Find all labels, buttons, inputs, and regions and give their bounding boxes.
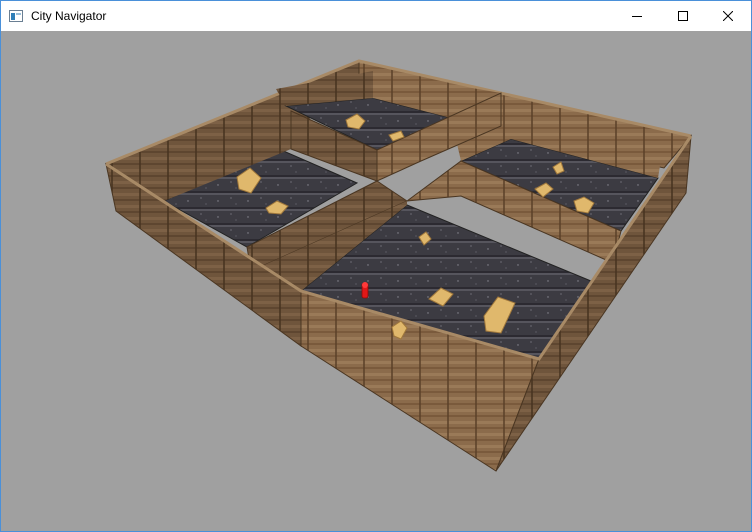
minimize-icon [632, 16, 642, 17]
window-title: City Navigator [31, 9, 107, 23]
close-icon [723, 11, 733, 21]
maximize-icon [678, 11, 688, 21]
app-window-icon [9, 9, 23, 22]
3d-viewport[interactable] [1, 31, 751, 531]
city-scene [105, 59, 693, 472]
app-window: City Navigator [0, 0, 752, 532]
close-button[interactable] [705, 1, 751, 31]
title-bar[interactable]: City Navigator [1, 1, 751, 31]
maximize-button[interactable] [660, 1, 706, 31]
player-marker [361, 282, 369, 299]
minimize-button[interactable] [614, 1, 660, 31]
